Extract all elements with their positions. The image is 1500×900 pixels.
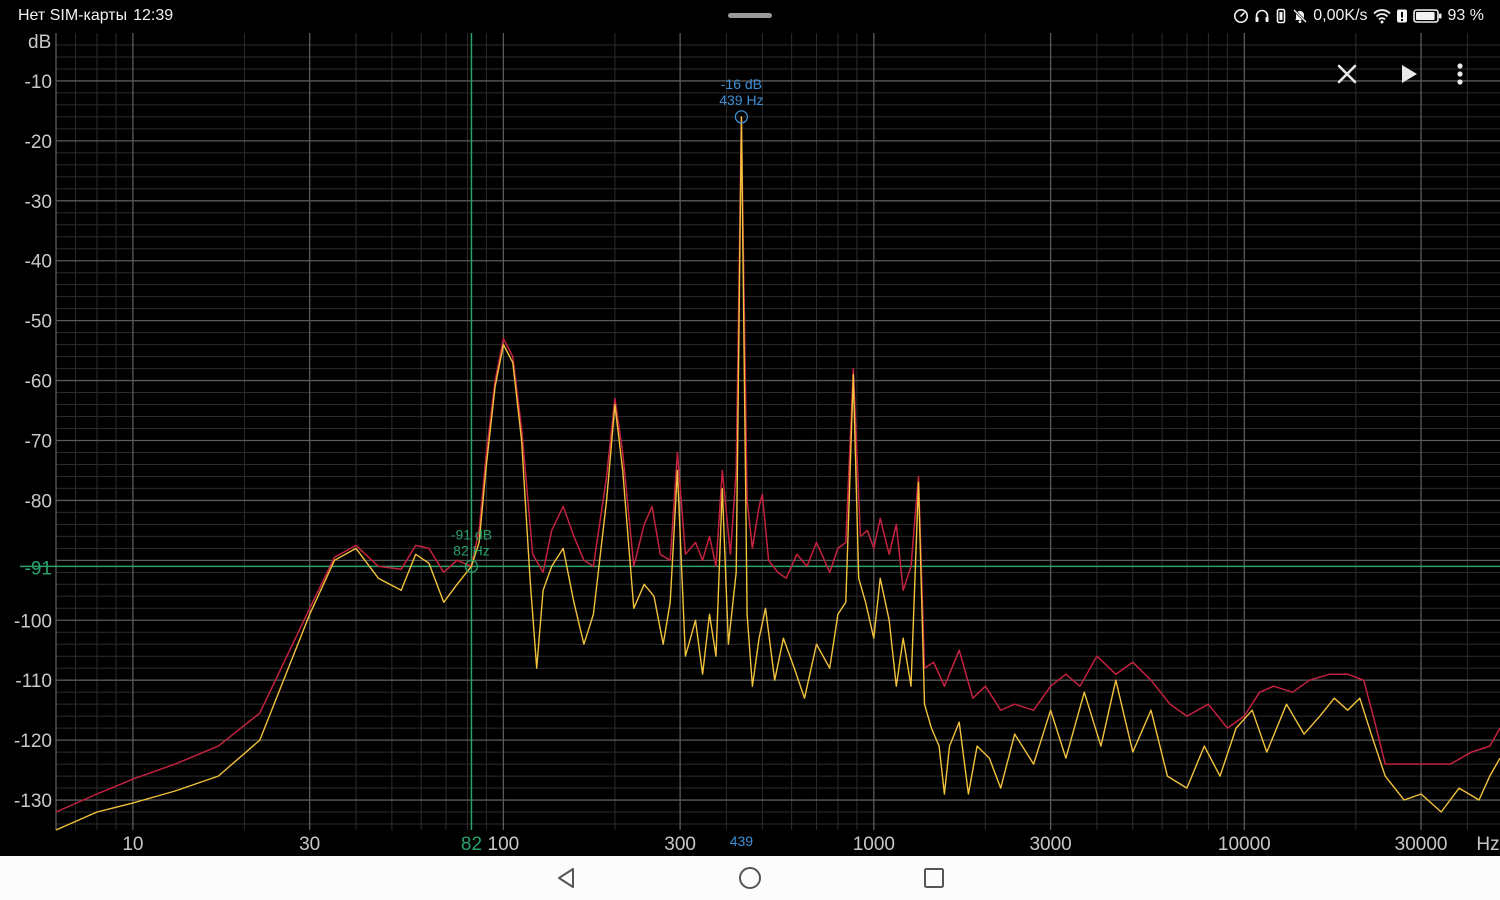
y-axis-unit-label: dB [28,32,51,53]
cursor-db-label: -91 dB [451,526,492,542]
x-axis-unit-label: Hz [1476,834,1499,855]
y-tick-label: -70 [25,431,52,452]
cursor-x-axis-label: 82 [461,834,482,855]
y-tick-label: -100 [14,611,52,632]
peak-x-axis-label: 439 [730,833,754,849]
x-tick-label: 10000 [1218,834,1271,855]
x-tick-label: 300 [664,834,696,855]
y-tick-label: -50 [25,312,52,333]
y-tick-label: -110 [15,671,52,692]
y-tick-label: -10 [25,72,52,93]
toolbar [1316,58,1480,90]
close-icon [1337,64,1357,84]
y-axis-labels: dB -10 -20 -30 -40 -50 -60 -70 -80 -100 -110 -120 -1… [14,32,52,812]
x-axis-labels: 10 30 100 300 1000 3000 10000 30000 Hz 82 439 [122,833,1499,855]
x-tick-label: 3000 [1029,834,1071,855]
recents-square-icon [924,868,944,888]
back-button[interactable] [551,864,581,892]
y-tick-label: -60 [25,372,52,393]
x-tick-label: 30000 [1395,834,1448,855]
x-tick-label: 10 [122,834,143,855]
play-button[interactable] [1378,58,1440,90]
live-spectrum-line [55,116,1500,831]
cursor-y-axis-label: -91 [25,558,52,579]
y-tick-label: -30 [25,192,52,213]
navigation-bar [0,856,1500,900]
spectrum-series [55,116,1500,831]
close-button[interactable] [1316,58,1378,90]
x-tick-label: 100 [488,834,520,855]
cursor-hz-label: 82 Hz [453,542,490,558]
y-tick-label: -40 [25,252,52,273]
recents-button[interactable] [919,864,949,892]
x-tick-label: 1000 [853,834,895,855]
y-tick-label: -120 [14,731,52,752]
y-tick-label: -20 [25,132,52,153]
home-button[interactable] [735,864,765,892]
y-tick-label: -80 [25,491,52,512]
back-triangle-icon [558,868,574,888]
home-circle-icon [739,867,761,889]
y-tick-label: -130 [14,791,52,812]
x-tick-label: 30 [299,834,320,855]
peak-hz-label: 439 Hz [719,92,763,108]
spectrum-plot[interactable]: -91 dB82 Hz-16 dB439 Hz dB-10-20-30-40-5… [0,0,1500,856]
peak-db-label: -16 dB [721,76,762,92]
more-vert-icon [1457,63,1463,85]
play-icon [1402,65,1417,83]
more-options-button[interactable] [1440,58,1480,90]
